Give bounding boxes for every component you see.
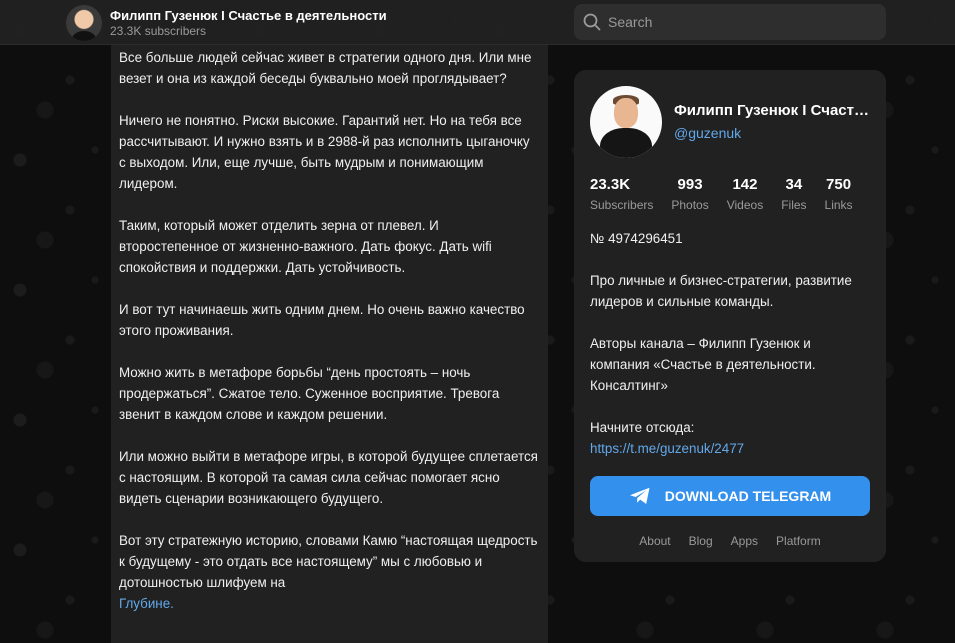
stat-value: 750: [826, 176, 852, 193]
search-input[interactable]: [608, 14, 868, 30]
channel-info-card: Филипп Гузенюк I Счастье в деятельности …: [574, 70, 886, 562]
start-label: Начните отсюда:: [590, 420, 695, 435]
stat-label: Photos: [671, 198, 709, 212]
top-bar: Филипп Гузенюк I Счастье в деятельности …: [0, 0, 955, 45]
channel-stats: 23.3K Subscribers 993 Photos 142 Videos …: [590, 176, 870, 213]
channel-number: № 4974296451: [590, 231, 683, 246]
stat-files[interactable]: 34 Files: [781, 176, 806, 213]
download-telegram-button[interactable]: DOWNLOAD TELEGRAM: [590, 476, 870, 516]
stat-subscribers: 23.3K Subscribers: [590, 176, 653, 213]
footer-link-about[interactable]: About: [639, 534, 670, 548]
footer-link-blog[interactable]: Blog: [689, 534, 713, 548]
channel-authors: Авторы канала – Филипп Гузенюк и компани…: [590, 336, 816, 393]
channel-avatar[interactable]: [66, 4, 102, 41]
channel-title[interactable]: Филипп Гузенюк I Счастье в деятельности: [110, 7, 387, 24]
post-paragraph: Все больше людей сейчас живет в стратеги…: [119, 50, 532, 86]
stat-label: Videos: [726, 198, 764, 212]
stat-photos[interactable]: 993 Photos: [671, 176, 708, 213]
start-link[interactable]: https://t.me/guzenuk/2477: [590, 441, 744, 456]
channel-header-text: Филипп Гузенюк I Счастье в деятельности …: [110, 7, 387, 39]
card-header: Филипп Гузенюк I Счастье в деятельности …: [590, 86, 870, 158]
channel-description: № 4974296451 Про личные и бизнес-стратег…: [590, 228, 870, 459]
card-title-block: Филипп Гузенюк I Счастье в деятельности …: [674, 101, 870, 143]
search-box[interactable]: [574, 4, 886, 40]
footer-link-platform[interactable]: Platform: [776, 534, 821, 548]
post-paragraph: Или можно выйти в метафоре игры, в котор…: [119, 449, 538, 506]
stat-label: Subscribers: [590, 198, 654, 212]
channel-about: Про личные и бизнес-стратегии, развитие …: [590, 273, 852, 309]
channel-header[interactable]: Филипп Гузенюк I Счастье в деятельности …: [66, 4, 387, 41]
stat-value: 993: [677, 176, 703, 193]
footer-links: About Blog Apps Platform: [590, 534, 870, 548]
post-paragraph: Можно жить в метафоре борьбы “день прост…: [119, 365, 500, 422]
stat-value: 142: [732, 176, 758, 193]
telegram-plane-icon: [629, 487, 651, 505]
download-telegram-label: DOWNLOAD TELEGRAM: [664, 488, 832, 504]
stat-value: 34: [785, 176, 803, 193]
channel-avatar-large: [590, 86, 662, 158]
post-message: Все больше людей сейчас живет в стратеги…: [111, 45, 548, 643]
subscriber-count: 23.3K subscribers: [110, 23, 207, 38]
post-paragraph: Ничего не понятно. Риски высокие. Гарант…: [119, 113, 530, 191]
post-paragraph: Таким, который может отделить зерна от п…: [119, 218, 492, 275]
stat-label: Files: [781, 198, 807, 212]
post-paragraph: И вот тут начинаешь жить одним днем. Но …: [119, 302, 525, 338]
footer-link-apps[interactable]: Apps: [731, 534, 758, 548]
stat-value: 23.3K: [590, 176, 631, 193]
post-link[interactable]: Глубине.: [119, 596, 174, 611]
post-paragraph: Вот эту стратежную историю, словами Камю…: [119, 530, 540, 614]
card-title: Филипп Гузенюк I Счастье в деятельности: [674, 102, 870, 119]
channel-handle[interactable]: @guzenuk: [674, 123, 870, 143]
post-paragraph-text: Вот эту стратежную историю, словами Камю…: [119, 533, 538, 590]
search-icon: [574, 4, 610, 40]
start-here: Начните отсюда: https://t.me/guzenuk/2477: [590, 417, 870, 459]
stat-videos[interactable]: 142 Videos: [727, 176, 763, 213]
stat-links[interactable]: 750 Links: [825, 176, 853, 213]
stat-label: Links: [824, 198, 853, 212]
